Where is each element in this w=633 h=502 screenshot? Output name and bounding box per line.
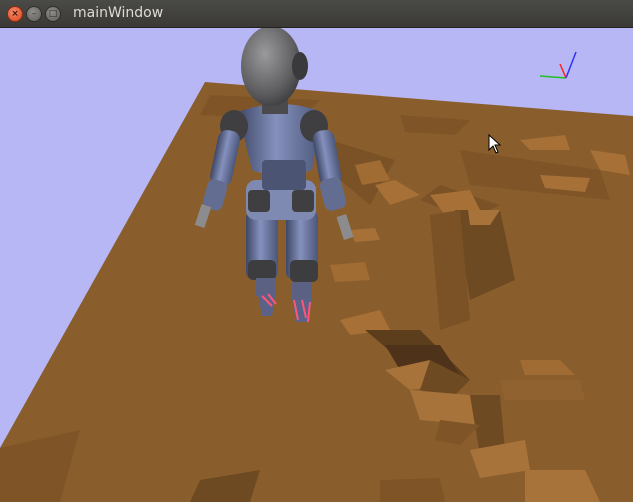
minimize-button[interactable]: –	[26, 6, 42, 22]
axis-gizmo-icon	[539, 51, 577, 79]
maximize-button[interactable]: □	[45, 6, 61, 22]
scene-canvas	[0, 28, 633, 502]
close-button[interactable]: ×	[7, 6, 23, 22]
title-bar: × – □ mainWindow	[0, 0, 633, 28]
3d-viewport[interactable]	[0, 28, 633, 502]
main-window: × – □ mainWindow	[0, 0, 633, 502]
mouse-pointer-icon	[488, 134, 502, 154]
window-title: mainWindow	[73, 5, 164, 21]
